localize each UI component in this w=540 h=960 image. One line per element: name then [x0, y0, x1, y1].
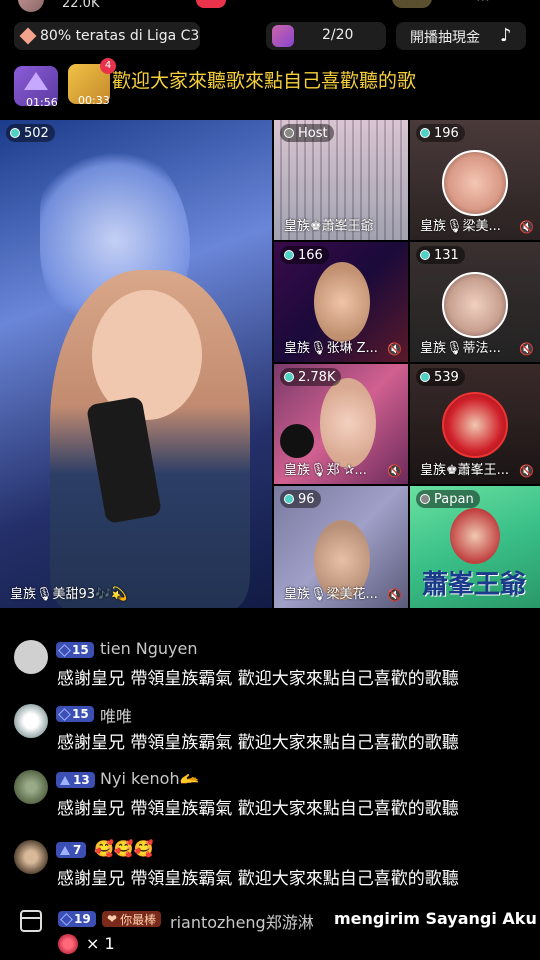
guest-tile-papan[interactable]: Papan 蕭峯王爺 [410, 486, 540, 608]
live-badge [196, 0, 226, 8]
guest-tile-7[interactable]: 96 皇族🎙梁美花... 🔇 [274, 486, 408, 608]
guest-name: 皇族🎙张琳 Z... [284, 341, 378, 356]
viewer-badge: 131 [416, 246, 465, 264]
mic-muted-icon: 🔇 [387, 342, 402, 356]
gift-icon [20, 910, 42, 932]
cash-draw-button[interactable]: 開播抽現金 ♪ [396, 22, 526, 50]
eye-icon [284, 372, 294, 382]
top-ranking-pill[interactable] [392, 0, 432, 8]
treasure-timer: 01:56 [26, 96, 58, 109]
comment-text: 感謝皇兄 帶領皇族霸氣 歡迎大家來點自己喜歡的歌聽 [57, 733, 459, 753]
guest-tile-main[interactable]: 502 皇族🎙美甜93🎶💫 [0, 120, 272, 608]
eye-icon [284, 250, 294, 260]
guest-tile-5[interactable]: 2.78K 皇族🎙郑 ✰... 🔇 [274, 364, 408, 484]
cash-draw-label: 開播抽現金 [410, 30, 480, 46]
guest-tile-4[interactable]: 131 皇族🎙蒂法... 🔇 [410, 242, 540, 362]
comment-username[interactable]: 唯唯 [100, 703, 132, 727]
gift-sender-username[interactable]: riantozheng郑游淋 [170, 909, 314, 933]
heart-icon: ❤ [107, 912, 118, 926]
league-rank-pill[interactable]: 80% teratas di Liga C3 [14, 22, 200, 50]
guest-name: 皇族♚蕭峯王... [420, 463, 510, 478]
host-icon [284, 128, 294, 138]
viewer-badge: 539 [416, 368, 465, 386]
guest-name: 皇族🎙郑 ✰... [284, 463, 367, 478]
level-badge: 15 [56, 706, 94, 722]
participants-pill[interactable]: 2/20 [266, 22, 386, 50]
mic-muted-icon: 🔇 [387, 464, 402, 478]
level-diamond-icon [60, 912, 73, 926]
gift-count: × 1 [86, 934, 115, 953]
comment-text: 感謝皇兄 帶領皇族霸氣 歡迎大家來點自己喜歡的歌聽 [57, 799, 459, 819]
user-avatar[interactable] [14, 640, 48, 674]
eye-icon [420, 372, 430, 382]
host-badge: Host [280, 124, 334, 142]
comment-username[interactable]: 🥰🥰🥰 [94, 839, 154, 858]
viewer-badge: 166 [280, 246, 329, 264]
comment-text: 感謝皇兄 帶領皇族霸氣 歡迎大家來點自己喜歡的歌聽 [57, 669, 459, 689]
comment-username[interactable]: Nyi kenoh🫴 [100, 769, 200, 788]
viewer-badge: 502 [6, 124, 55, 142]
level-diamond-icon [58, 643, 71, 657]
level-triangle-icon [60, 845, 70, 855]
level-badge: 19 [58, 911, 96, 927]
viewer-count: 22.0K [62, 0, 100, 11]
guest-tile-2[interactable]: 196 皇族🎙梁美... 🔇 [410, 120, 540, 240]
eye-icon [420, 128, 430, 138]
guest-tile-host[interactable]: Host 皇族♚蕭峯王爺 [274, 120, 408, 240]
comment-text: 感謝皇兄 帶領皇族霸氣 歡迎大家來點自己喜歡的歌聽 [57, 869, 459, 889]
guest-name: 皇族🎙梁美... [420, 219, 501, 234]
level-badge: 7 [56, 842, 87, 858]
user-avatar[interactable] [14, 704, 48, 738]
host-avatar[interactable] [18, 0, 44, 12]
guest-name: 皇族🎙美甜93🎶💫 [10, 587, 128, 602]
mic-muted-icon: 🔇 [519, 342, 534, 356]
gift-timer: 00:33 [78, 94, 110, 107]
more-icon[interactable]: ⋯ [476, 0, 490, 8]
diamond-icon [19, 27, 37, 45]
level-diamond-icon [58, 707, 71, 721]
gift-text: mengirim Sayangi Aku [334, 909, 537, 928]
top-status-strip: 22.0K ⋯ [0, 0, 540, 16]
level-triangle-icon [60, 775, 70, 785]
mic-muted-icon: 🔇 [387, 588, 402, 602]
multi-guest-grid: 502 皇族🎙美甜93🎶💫 Host 皇族♚蕭峯王爺 196 皇族🎙梁美... … [0, 120, 540, 610]
user-avatar[interactable] [14, 840, 48, 874]
guest-avatar-icon [272, 25, 294, 47]
participants-count: 2/20 [322, 27, 354, 43]
papan-title: 蕭峯王爺 [422, 570, 527, 600]
guest-name: 皇族🎙梁美花... [284, 587, 378, 602]
tiktok-logo-icon: ♪ [500, 25, 512, 46]
level-badge: 15 [56, 642, 94, 658]
viewer-badge: 196 [416, 124, 465, 142]
guest-name: 皇族♚蕭峯王爺 [284, 219, 374, 234]
gift-item-icon [58, 934, 78, 954]
fan-club-badge: ❤ 你最棒 [102, 911, 162, 927]
mic-muted-icon: 🔇 [519, 220, 534, 234]
scrolling-announcement: 歡迎大家來聽歌來點自己喜歡聽的歌 [112, 70, 417, 92]
board-icon [420, 494, 430, 504]
viewer-badge: 2.78K [280, 368, 342, 386]
mic-muted-icon: 🔇 [519, 464, 534, 478]
guest-tile-6[interactable]: 539 皇族♚蕭峯王... 🔇 [410, 364, 540, 484]
user-avatar[interactable] [14, 770, 48, 804]
guest-name: 皇族🎙蒂法... [420, 341, 501, 356]
eye-icon [284, 494, 294, 504]
eye-icon [420, 250, 430, 260]
guest-tile-3[interactable]: 166 皇族🎙张琳 Z... 🔇 [274, 242, 408, 362]
league-text: 80% teratas di Liga C3 [40, 28, 200, 44]
viewer-badge: 96 [280, 490, 321, 508]
eye-icon [10, 128, 20, 138]
level-badge: 13 [56, 772, 95, 788]
papan-badge: Papan [416, 490, 480, 508]
comment-username[interactable]: tien Nguyen [100, 639, 198, 658]
